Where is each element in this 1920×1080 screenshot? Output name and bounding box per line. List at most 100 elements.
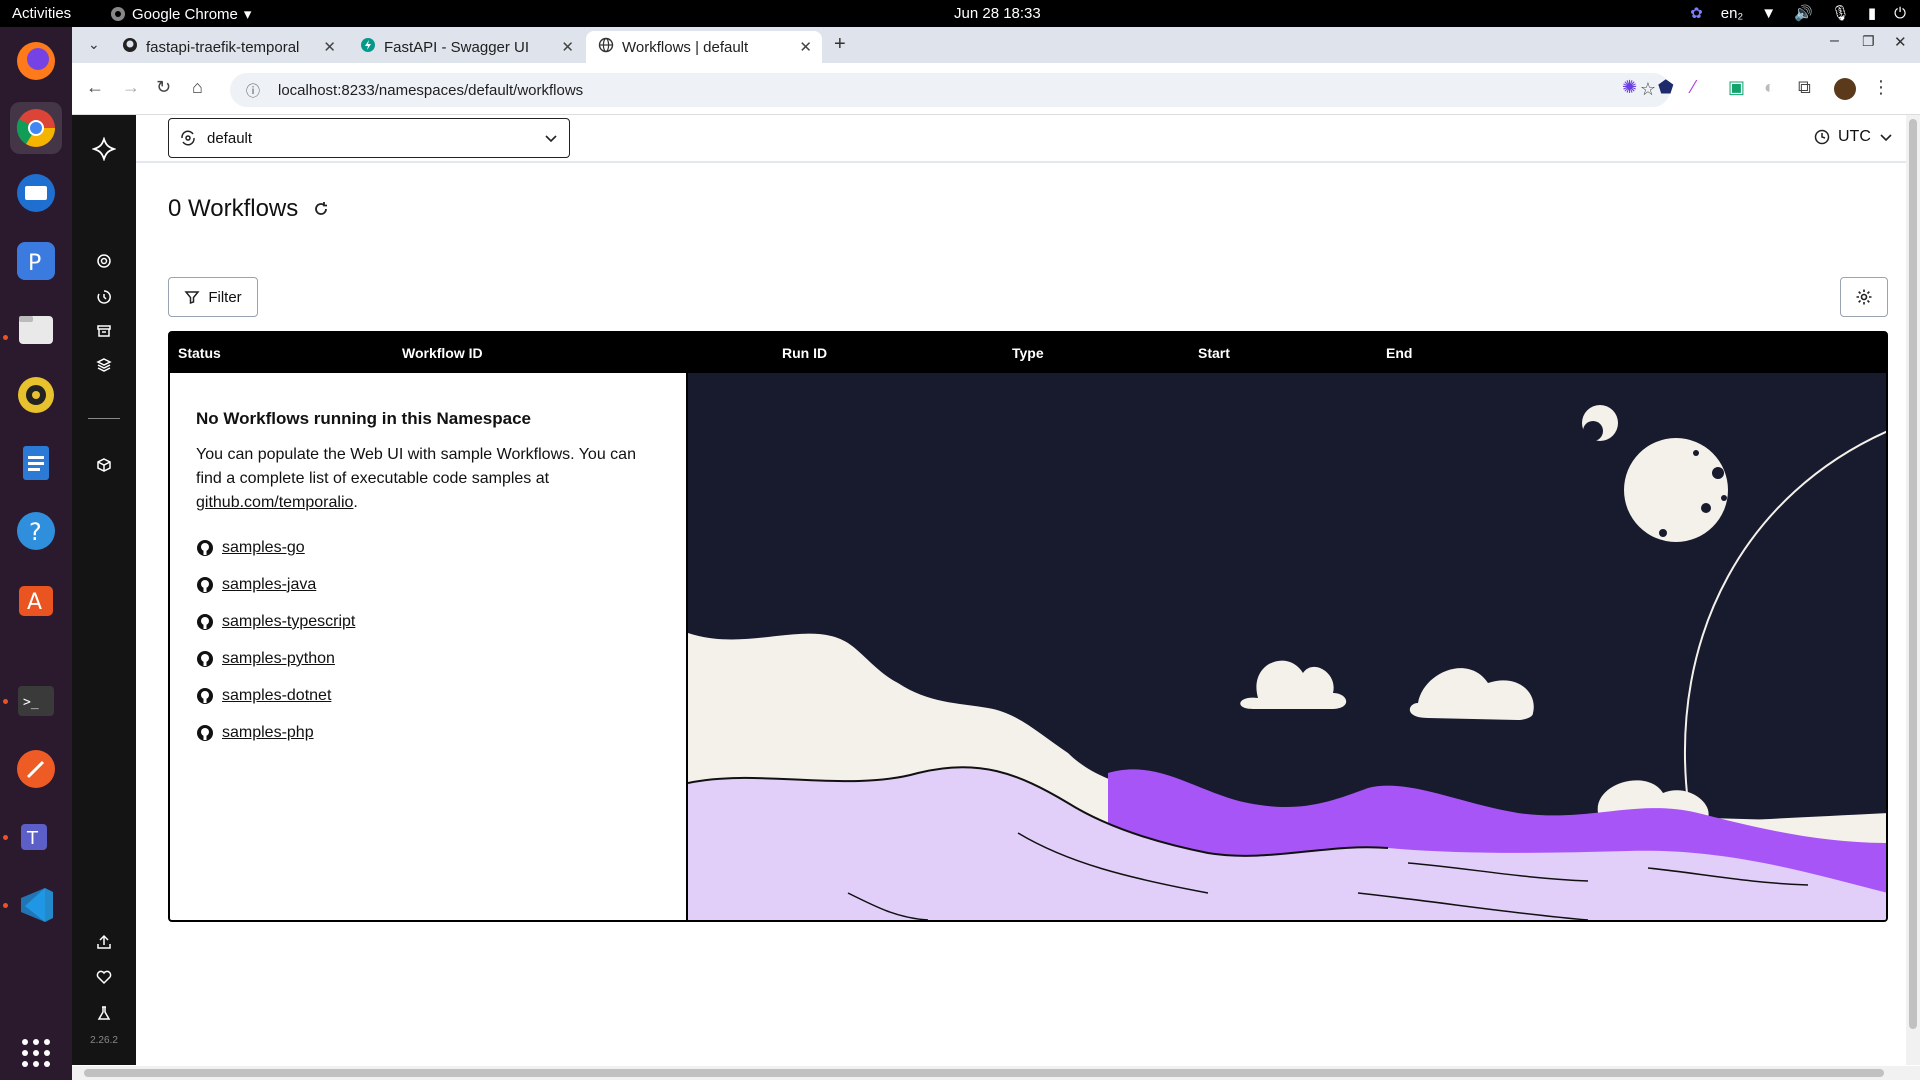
activities-button[interactable]: Activities: [12, 5, 71, 22]
filter-button[interactable]: Filter: [168, 277, 258, 317]
rhythmbox-icon[interactable]: [10, 369, 62, 421]
extensions-puzzle-icon[interactable]: ⧉: [1798, 77, 1811, 98]
extension-5-icon[interactable]: ◐: [1764, 77, 1775, 98]
moon-large-icon: [1624, 438, 1728, 542]
firefox-icon[interactable]: [10, 35, 62, 87]
column-type[interactable]: Type: [1012, 345, 1044, 361]
app-menu[interactable]: Google Chrome ▾: [110, 5, 251, 23]
table-settings-button[interactable]: [1840, 277, 1888, 317]
column-run-id[interactable]: Run ID: [782, 345, 827, 361]
column-end[interactable]: End: [1386, 345, 1412, 361]
back-icon[interactable]: ←: [86, 77, 104, 98]
forward-icon[interactable]: →: [122, 77, 140, 98]
menu-kebab-icon[interactable]: ⋮: [1872, 77, 1890, 98]
temporal-logo-icon[interactable]: [92, 137, 116, 161]
sample-link-java[interactable]: samples-java: [222, 576, 316, 594]
labs-flask-icon[interactable]: [94, 1003, 114, 1023]
sample-link-go[interactable]: samples-go: [222, 539, 305, 557]
clock[interactable]: Jun 28 18:33: [954, 5, 1041, 22]
show-apps-icon[interactable]: [10, 1027, 62, 1079]
scroll-thumb[interactable]: [84, 1069, 1884, 1077]
scroll-thumb[interactable]: [1909, 119, 1917, 1029]
files-icon[interactable]: [10, 303, 62, 355]
home-icon[interactable]: ⌂: [192, 77, 203, 98]
horizontal-scrollbar[interactable]: [72, 1066, 1920, 1080]
tab-search-icon[interactable]: ⌄: [88, 36, 100, 53]
close-icon[interactable]: ✕: [799, 38, 812, 56]
fastapi-icon: [360, 37, 376, 57]
column-start[interactable]: Start: [1198, 345, 1230, 361]
schedules-icon[interactable]: [94, 287, 114, 307]
github-icon: [197, 613, 213, 630]
close-icon[interactable]: ✕: [323, 38, 336, 56]
tab-swagger[interactable]: FastAPI - Swagger UI ✕: [348, 31, 584, 63]
feedback-heart-icon[interactable]: [94, 967, 114, 987]
new-tab-icon[interactable]: +: [834, 33, 846, 56]
import-icon[interactable]: [94, 932, 114, 952]
postman-like-icon[interactable]: P: [10, 235, 62, 287]
app-name: Google Chrome: [132, 5, 238, 23]
timezone-select[interactable]: UTC: [1814, 128, 1893, 146]
github-temporalio-link[interactable]: github.com/temporalio: [196, 494, 353, 511]
list-item: samples-java: [196, 566, 660, 603]
column-status[interactable]: Status: [178, 345, 221, 361]
tab-workflows[interactable]: Workflows | default ✕: [586, 31, 822, 63]
battery-icon: ▮: [1867, 5, 1877, 22]
empty-state-panel: No Workflows running in this Namespace Y…: [170, 373, 688, 920]
sample-link-php[interactable]: samples-php: [222, 724, 314, 742]
help-icon[interactable]: ?: [10, 505, 62, 557]
profile-avatar[interactable]: [1834, 78, 1856, 100]
namespace-select[interactable]: default: [168, 118, 570, 158]
browser-toolbar: ← → ↻ ⌂ ⓘ localhost:8233/namespaces/defa…: [72, 63, 1920, 115]
extension-1-icon[interactable]: ✺: [1622, 77, 1637, 98]
minimize-icon[interactable]: –: [1830, 32, 1839, 50]
postman-icon[interactable]: [10, 743, 62, 795]
chrome-icon[interactable]: [10, 102, 62, 154]
terminal-icon[interactable]: >_: [10, 675, 62, 727]
github-icon: [197, 576, 213, 593]
timezone-value: UTC: [1838, 128, 1871, 145]
column-workflow-id[interactable]: Workflow ID: [402, 345, 483, 361]
teams-icon[interactable]: T: [10, 811, 62, 863]
svg-text:?: ?: [29, 518, 42, 546]
address-bar[interactable]: ⓘ localhost:8233/namespaces/default/work…: [230, 73, 1670, 107]
thunderbird-icon[interactable]: [10, 167, 62, 219]
workflows-icon[interactable]: [94, 251, 114, 271]
sample-link-typescript[interactable]: samples-typescript: [222, 613, 355, 631]
extension-4-icon[interactable]: ▣: [1728, 77, 1745, 98]
gear-icon: [1856, 289, 1872, 305]
vertical-scrollbar[interactable]: [1906, 115, 1920, 1065]
side-nav: 2.26.2: [72, 115, 136, 1065]
reload-icon[interactable]: ↻: [156, 77, 171, 98]
bookmark-star-icon[interactable]: ☆: [1640, 79, 1656, 100]
language-indicator[interactable]: en₂: [1721, 5, 1744, 22]
nexus-icon[interactable]: [94, 455, 114, 475]
refresh-icon[interactable]: [312, 200, 330, 218]
github-icon: [122, 37, 138, 57]
restore-icon[interactable]: ❐: [1862, 33, 1875, 50]
sample-link-python[interactable]: samples-python: [222, 650, 335, 668]
archive-icon[interactable]: [94, 321, 114, 341]
app-center-icon[interactable]: A: [10, 573, 62, 625]
side-divider: [88, 418, 120, 419]
filter-label: Filter: [208, 288, 242, 306]
site-info-icon[interactable]: ⓘ: [246, 81, 260, 101]
extension-3-icon[interactable]: ⁄: [1692, 77, 1695, 98]
extension-2-icon[interactable]: ⬟: [1658, 77, 1674, 98]
window-close-icon[interactable]: ✕: [1894, 33, 1907, 51]
version-label: 2.26.2: [90, 1035, 118, 1046]
writer-icon[interactable]: [10, 437, 62, 489]
running-indicator: [3, 699, 8, 704]
vscode-icon[interactable]: [10, 879, 62, 931]
power-icon[interactable]: ⏻: [1894, 5, 1906, 22]
tab-title: Workflows | default: [622, 38, 749, 56]
chevron-down-icon: ▾: [243, 6, 252, 23]
tab-github[interactable]: fastapi-traefik-temporal ✕: [110, 31, 346, 63]
namespaces-icon[interactable]: [94, 355, 114, 375]
extension-icon[interactable]: ✿: [1690, 4, 1703, 22]
chevron-down-icon: [1880, 134, 1892, 142]
system-tray[interactable]: ✿ en₂ ▼ 🔊 🎙 ▮ ⏻: [1690, 4, 1906, 23]
github-icon: [197, 724, 213, 741]
close-icon[interactable]: ✕: [561, 38, 574, 56]
sample-link-dotnet[interactable]: samples-dotnet: [222, 687, 331, 705]
